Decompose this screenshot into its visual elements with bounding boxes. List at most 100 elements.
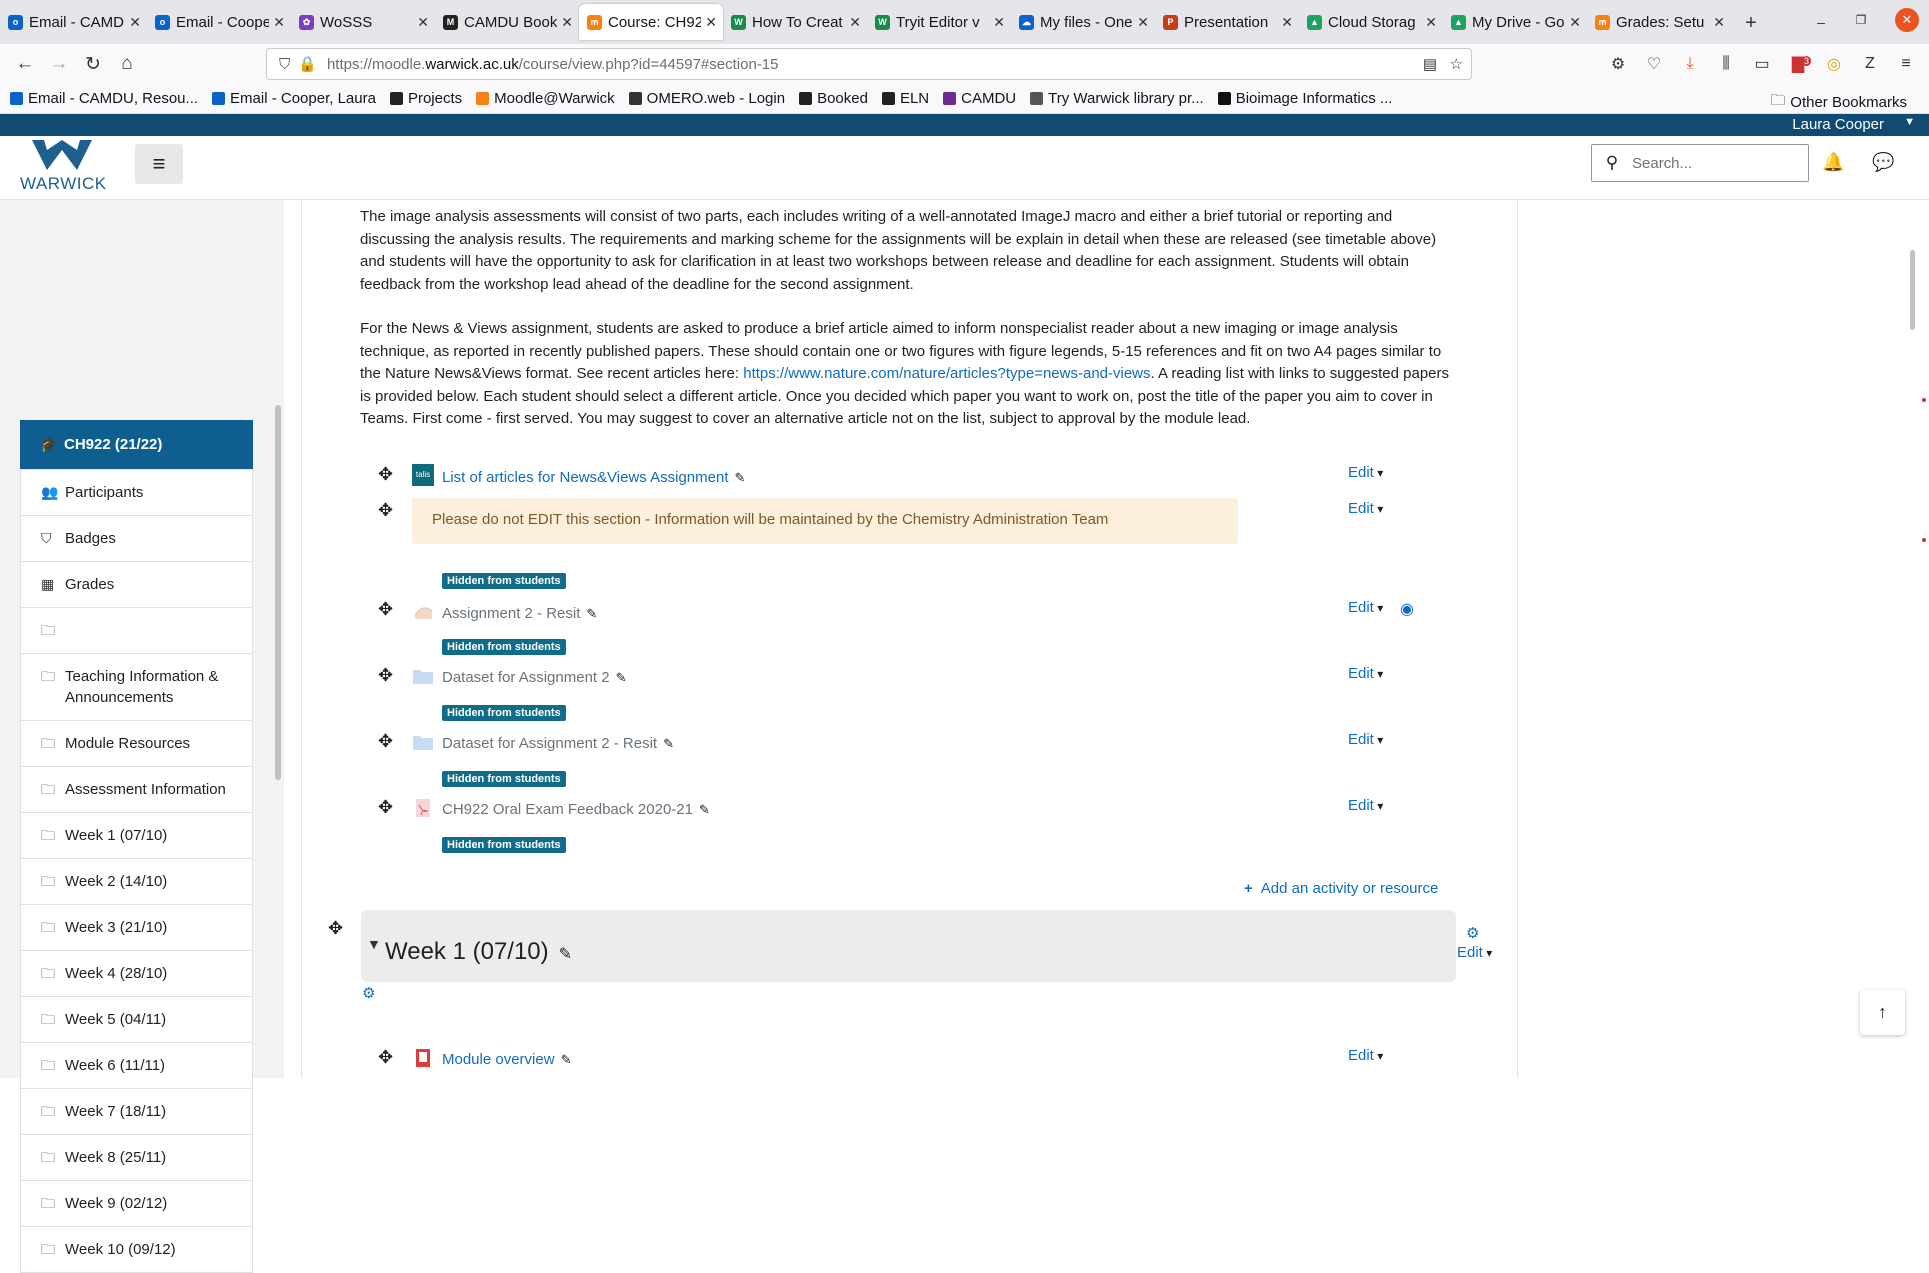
sidebar-item[interactable]: 🎓 CH922 (21/22) bbox=[20, 420, 253, 469]
sidebar-item[interactable]: 👥 Participants bbox=[20, 469, 253, 516]
close-tab-icon[interactable]: ✕ bbox=[417, 14, 429, 31]
menu-icon[interactable]: ≡ bbox=[1891, 55, 1921, 73]
activity-link-oral-feedback[interactable]: CH922 Oral Exam Feedback 2020-21 ✎ bbox=[442, 801, 710, 818]
bookmark-item[interactable]: Try Warwick library pr... bbox=[1030, 90, 1204, 107]
sidebar-item[interactable]: 🗀 Week 4 (28/10) bbox=[20, 951, 253, 997]
activity-label[interactable]: Dataset for Assignment 2 - Resit bbox=[442, 735, 657, 752]
sidebar-toggle-icon[interactable]: ▭ bbox=[1747, 54, 1777, 74]
forward-icon[interactable]: → bbox=[42, 53, 76, 75]
browser-tab[interactable]: ▲ My Drive - Go ✕ bbox=[1443, 4, 1587, 40]
close-tab-icon[interactable]: ✕ bbox=[1137, 14, 1149, 31]
pencil-icon[interactable]: ✎ bbox=[559, 946, 572, 963]
bookmark-item[interactable]: Booked bbox=[799, 90, 868, 107]
shield-icon[interactable]: ⛉ bbox=[279, 56, 290, 73]
reader-view-icon[interactable]: ▤ bbox=[1423, 55, 1437, 73]
close-tab-icon[interactable]: ✕ bbox=[1425, 14, 1437, 31]
move-icon[interactable]: ✥ bbox=[378, 731, 393, 752]
sidebar-item[interactable]: 🗀 Module Resources bbox=[20, 721, 253, 767]
bookmark-item[interactable]: OMERO.web - Login bbox=[628, 90, 785, 107]
activity-link-list[interactable]: List of articles for News&Views Assignme… bbox=[442, 469, 745, 486]
sidebar-item[interactable]: 🗀 Week 7 (18/11) bbox=[20, 1089, 253, 1135]
nature-link[interactable]: https://www.nature.com/nature/articles?t… bbox=[743, 365, 1150, 382]
edit-button[interactable]: Edit bbox=[1348, 665, 1383, 682]
activity-label[interactable]: List of articles for News&Views Assignme… bbox=[442, 469, 729, 486]
close-tab-icon[interactable]: ✕ bbox=[561, 14, 573, 31]
section-edit-button[interactable]: Edit bbox=[1457, 944, 1492, 961]
pencil-icon[interactable]: ✎ bbox=[616, 670, 627, 685]
browser-tab[interactable]: o Email - CAMD ✕ bbox=[0, 4, 147, 40]
pocket-icon[interactable]: ♡ bbox=[1639, 54, 1669, 74]
browser-tab[interactable]: ✿ WoSSS ✕ bbox=[291, 4, 435, 40]
move-icon[interactable]: ✥ bbox=[378, 665, 393, 686]
lock-icon[interactable]: 🔒 bbox=[298, 55, 317, 73]
move-icon[interactable]: ✥ bbox=[378, 797, 393, 818]
sidebar-item[interactable]: 🗀 Assessment Information bbox=[20, 767, 253, 813]
sidebar-item[interactable]: ▦ Grades bbox=[20, 562, 253, 608]
bookmark-item[interactable]: Email - CAMDU, Resou... bbox=[10, 90, 198, 107]
edit-button[interactable]: Edit bbox=[1348, 599, 1383, 616]
restore-icon[interactable]: ❐ bbox=[1843, 13, 1879, 27]
activity-label[interactable]: Dataset for Assignment 2 bbox=[442, 669, 610, 686]
browser-tab[interactable]: M CAMDU Booki ✕ bbox=[435, 4, 579, 40]
close-tab-icon[interactable]: ✕ bbox=[273, 14, 285, 31]
search-input[interactable]: Search... bbox=[1632, 155, 1692, 172]
pencil-icon[interactable]: ✎ bbox=[735, 470, 746, 485]
activity-link-assignment-resit[interactable]: Assignment 2 - Resit ✎ bbox=[442, 605, 597, 622]
gear-icon[interactable]: ⚙ bbox=[362, 984, 375, 1002]
sidebar-item[interactable]: 🗀 Week 10 (09/12) bbox=[20, 1227, 253, 1273]
browser-tab[interactable]: W Tryit Editor v ✕ bbox=[867, 4, 1011, 40]
extensions-icon[interactable]: ⚙ bbox=[1603, 54, 1633, 74]
user-name[interactable]: Laura Cooper bbox=[1792, 116, 1884, 133]
browser-tab[interactable]: m Course: CH92 ✕ bbox=[579, 4, 723, 40]
reload-icon[interactable]: ↻ bbox=[76, 53, 110, 76]
search-box[interactable]: ⚲ Search... bbox=[1591, 144, 1809, 182]
browser-tab[interactable]: P Presentation ✕ bbox=[1155, 4, 1299, 40]
activity-label[interactable]: CH922 Oral Exam Feedback 2020-21 bbox=[442, 801, 693, 818]
close-tab-icon[interactable]: ✕ bbox=[849, 14, 861, 31]
move-icon[interactable]: ✥ bbox=[378, 1047, 393, 1068]
activity-link-module-overview[interactable]: Module overview ✎ bbox=[442, 1051, 571, 1068]
sidebar-item[interactable]: 🗀 Week 6 (11/11) bbox=[20, 1043, 253, 1089]
pencil-icon[interactable]: ✎ bbox=[561, 1052, 572, 1067]
download-icon[interactable]: ⤓ bbox=[1675, 55, 1705, 73]
activity-link-dataset-resit[interactable]: Dataset for Assignment 2 - Resit ✎ bbox=[442, 735, 674, 752]
new-tab-icon[interactable]: + bbox=[1733, 12, 1769, 35]
library-icon[interactable]: ⫼ bbox=[1711, 55, 1741, 73]
close-window-icon[interactable]: ✕ bbox=[1895, 8, 1919, 32]
home-icon[interactable]: ⌂ bbox=[110, 53, 144, 75]
close-tab-icon[interactable]: ✕ bbox=[993, 14, 1005, 31]
addon-badge-icon[interactable]: ▇ 3 bbox=[1783, 54, 1813, 74]
move-icon[interactable]: ✥ bbox=[328, 918, 343, 939]
other-bookmarks[interactable]: 🗀 Other Bookmarks bbox=[1770, 90, 1907, 115]
back-icon[interactable]: ← bbox=[8, 53, 42, 75]
gear-icon[interactable]: ⚙ bbox=[1466, 924, 1479, 942]
edit-button[interactable]: Edit bbox=[1348, 731, 1383, 748]
sidebar-item[interactable]: 🗀 Week 1 (07/10) bbox=[20, 813, 253, 859]
edit-button[interactable]: Edit bbox=[1348, 797, 1383, 814]
browser-tab[interactable]: ☁ My files - One ✕ bbox=[1011, 4, 1155, 40]
browser-tab[interactable]: W How To Creat ✕ bbox=[723, 4, 867, 40]
bookmark-item[interactable]: Email - Cooper, Laura bbox=[212, 90, 376, 107]
sidebar-item[interactable]: 🗀 Week 2 (14/10) bbox=[20, 859, 253, 905]
collapse-triangle-icon[interactable]: ▼ bbox=[367, 936, 381, 952]
activity-label[interactable]: Module overview bbox=[442, 1051, 555, 1068]
sidebar-item[interactable]: 🗀 Week 8 (25/11) bbox=[20, 1135, 253, 1181]
browser-tab[interactable]: m Grades: Setu ✕ bbox=[1587, 4, 1731, 40]
move-icon[interactable]: ✥ bbox=[378, 599, 393, 620]
colorful-extension-icon[interactable]: ◎ bbox=[1819, 54, 1849, 74]
add-activity-button[interactable]: + Add an activity or resource bbox=[1244, 880, 1438, 897]
sidebar-item[interactable]: 🗀 Teaching Information & Announcements bbox=[20, 654, 253, 721]
edit-button[interactable]: Edit bbox=[1348, 464, 1383, 481]
zotero-icon[interactable]: Z bbox=[1855, 55, 1885, 73]
bookmark-star-icon[interactable]: ☆ bbox=[1450, 55, 1463, 73]
page-scrollbar[interactable] bbox=[1910, 250, 1915, 330]
bookmark-item[interactable]: ELN bbox=[881, 90, 929, 107]
sidebar-item[interactable]: ⛉ Badges bbox=[20, 516, 253, 562]
close-tab-icon[interactable]: ✕ bbox=[1713, 14, 1725, 31]
move-icon[interactable]: ✥ bbox=[378, 464, 393, 485]
close-tab-icon[interactable]: ✕ bbox=[705, 14, 717, 31]
bookmark-item[interactable]: Moodle@Warwick bbox=[476, 90, 615, 107]
bookmark-item[interactable]: CAMDU bbox=[943, 90, 1016, 107]
bookmark-item[interactable]: Projects bbox=[389, 90, 462, 107]
sidebar-item[interactable]: 🗀 bbox=[20, 608, 253, 654]
